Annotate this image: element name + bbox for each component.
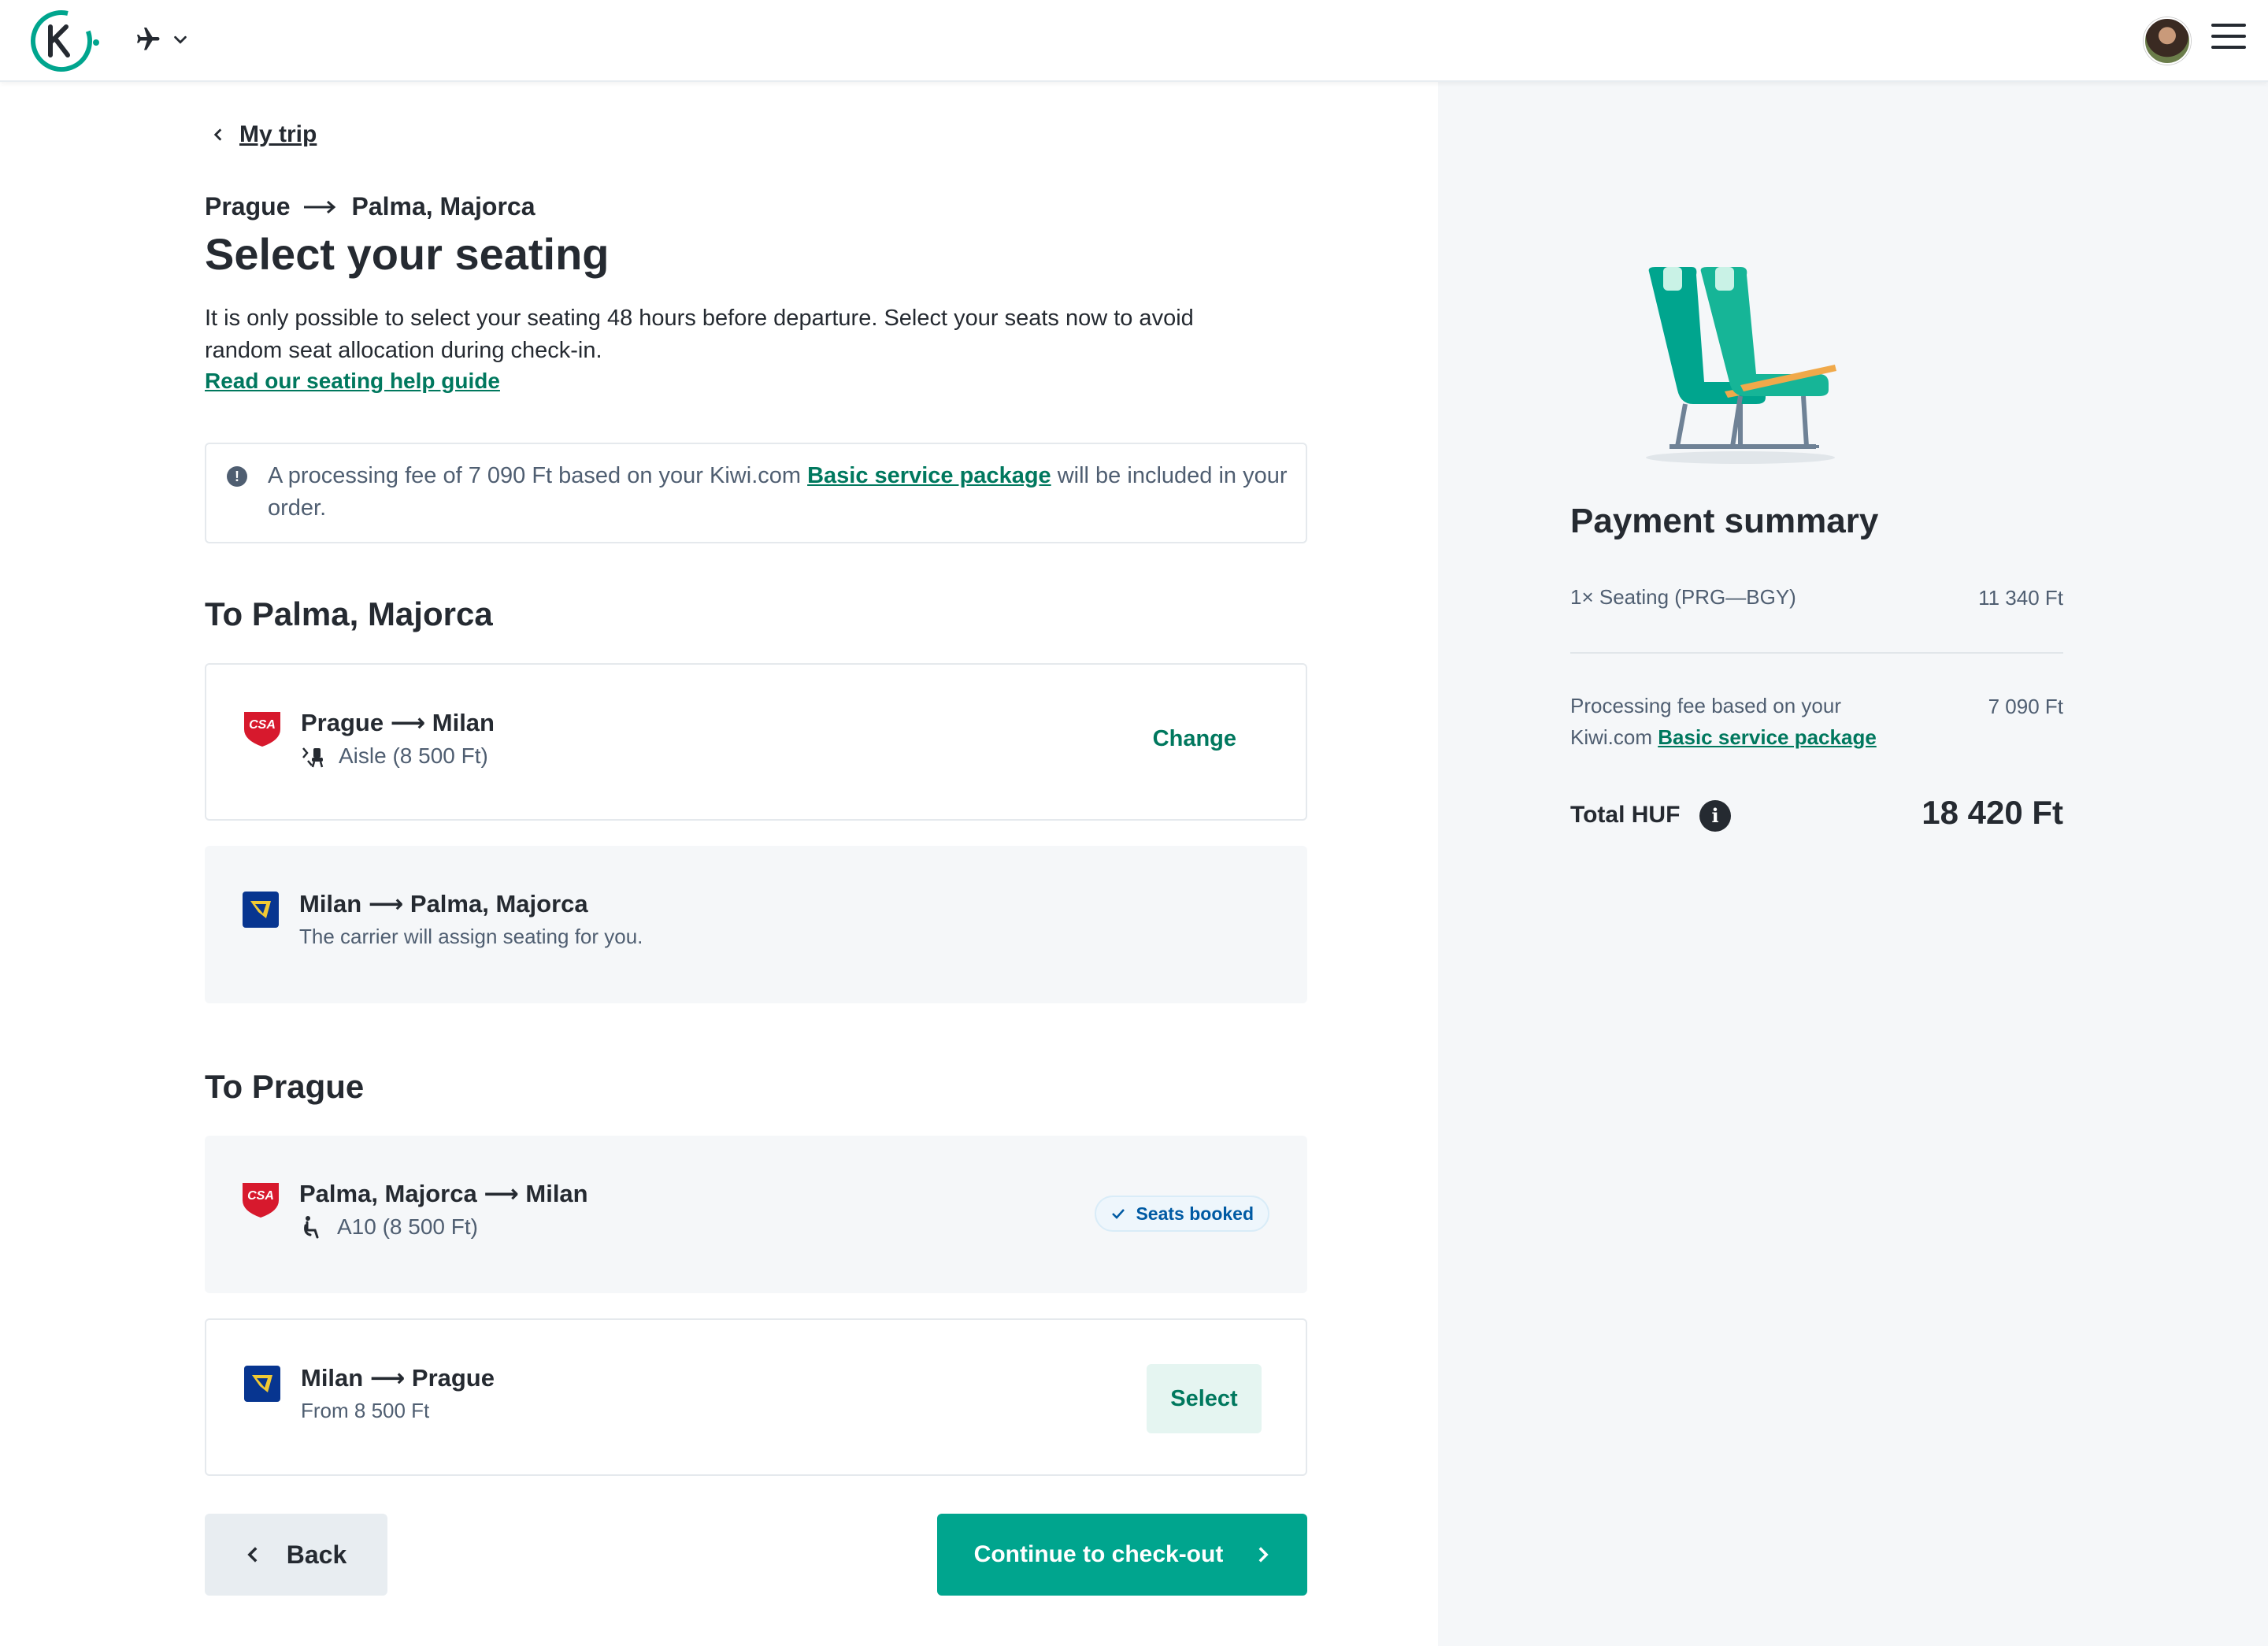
arrow-right-icon [304,200,336,213]
processing-fee-notice: ! A processing fee of 7 090 Ft based on … [205,443,1307,543]
chevron-left-icon [213,128,222,141]
kiwi-logo-icon[interactable] [24,9,102,72]
trip-destination: Palma, Majorca [351,192,536,221]
airplane-icon [137,28,160,50]
hamburger-menu-icon[interactable] [2211,24,2246,55]
seats-booked-badge: Seats booked [1095,1196,1269,1232]
intro-text: It is only possible to select your seati… [205,306,1194,363]
seating-line-label: 1× Seating (PRG—BGY) [1570,585,1796,609]
segment-palma-milan: CSA Palma, Majorca ⟶ Milan A10 (8 500 Ft… [205,1136,1307,1293]
trip-origin: Prague [205,192,291,221]
total-label: Total HUF [1570,802,1681,828]
segment-seat-text: A10 (8 500 Ft) [337,1214,478,1239]
processing-fee-value: 7 090 Ft [1988,695,2063,718]
fee-label-line1: Processing fee based on your [1570,694,1841,717]
svg-text:CSA: CSA [249,718,276,732]
change-seat-button[interactable]: Change [1153,726,1236,752]
csa-airline-logo-icon: CSA [244,712,280,747]
basic-service-package-link[interactable]: Basic service package [807,463,1051,488]
user-avatar[interactable] [2144,17,2191,65]
ryanair-logo-icon [244,1366,280,1402]
section-title-return: To Prague [205,1068,365,1105]
back-button-label: Back [286,1540,347,1569]
segment-route: Palma, Majorca ⟶ Milan [299,1180,588,1207]
my-trip-label: My trip [239,121,317,147]
product-switcher[interactable] [132,25,189,54]
check-icon [1112,1209,1125,1219]
info-icon: ! [227,466,247,487]
segment-detail: The carrier will assign seating for you. [299,925,643,948]
seating-line-value: 11 340 Ft [1978,586,2063,610]
back-button[interactable]: Back [205,1514,387,1596]
continue-to-checkout-button[interactable]: Continue to check-out [937,1514,1307,1596]
summary-basic-service-package-link[interactable]: Basic service package [1658,725,1877,749]
chevron-right-icon [1258,1547,1269,1563]
aisle-seat-icon [302,747,324,768]
chevron-down-icon [174,35,187,44]
segment-prague-milan: CSA Prague ⟶ Milan Aisle (8 500 Ft) Chan… [205,663,1307,821]
continue-button-label: Continue to check-out [973,1541,1224,1567]
section-title-outbound: To Palma, Majorca [205,595,493,632]
ryanair-logo-icon [243,892,279,928]
top-bar [0,0,2268,82]
seat-icon [304,1216,319,1239]
select-seat-button[interactable]: Select [1147,1364,1262,1433]
segment-detail: Aisle (8 500 Ft) [301,743,488,769]
segment-milan-prague: Milan ⟶ Prague From 8 500 Ft Select [205,1318,1307,1476]
summary-divider [1570,652,2063,654]
chevron-left-icon [247,1547,258,1563]
segment-detail: From 8 500 Ft [301,1399,430,1422]
segment-detail: A10 (8 500 Ft) [299,1214,478,1240]
segment-milan-palma: Milan ⟶ Palma, Majorca The carrier will … [205,846,1307,1003]
my-trip-link[interactable]: My trip [211,121,317,148]
segment-route: Milan ⟶ Palma, Majorca [299,890,588,918]
segment-seat-text: Aisle (8 500 Ft) [339,743,488,768]
processing-fee-label: Processing fee based on your Kiwi.com Ba… [1570,690,1901,753]
airplane-seats-illustration [1646,267,1836,464]
fee-label-line2: Kiwi.com [1570,725,1658,749]
total-value: 18 420 Ft [1922,794,2063,831]
svg-text:CSA: CSA [247,1189,274,1203]
trip-route: Prague Palma, Majorca [205,192,535,221]
notice-text-before: A processing fee of 7 090 Ft based on yo… [268,463,808,488]
seats-booked-label: Seats booked [1136,1203,1254,1224]
payment-summary-title: Payment summary [1570,502,1879,540]
notice-text: A processing fee of 7 090 Ft based on yo… [268,460,1292,525]
segment-route: Prague ⟶ Milan [301,709,495,736]
seating-help-link[interactable]: Read our seating help guide [205,369,500,394]
segment-route: Milan ⟶ Prague [301,1364,495,1392]
csa-airline-logo-icon: CSA [243,1183,279,1218]
total-info-icon[interactable]: i [1699,800,1731,832]
page-title: Select your seating [205,229,610,279]
